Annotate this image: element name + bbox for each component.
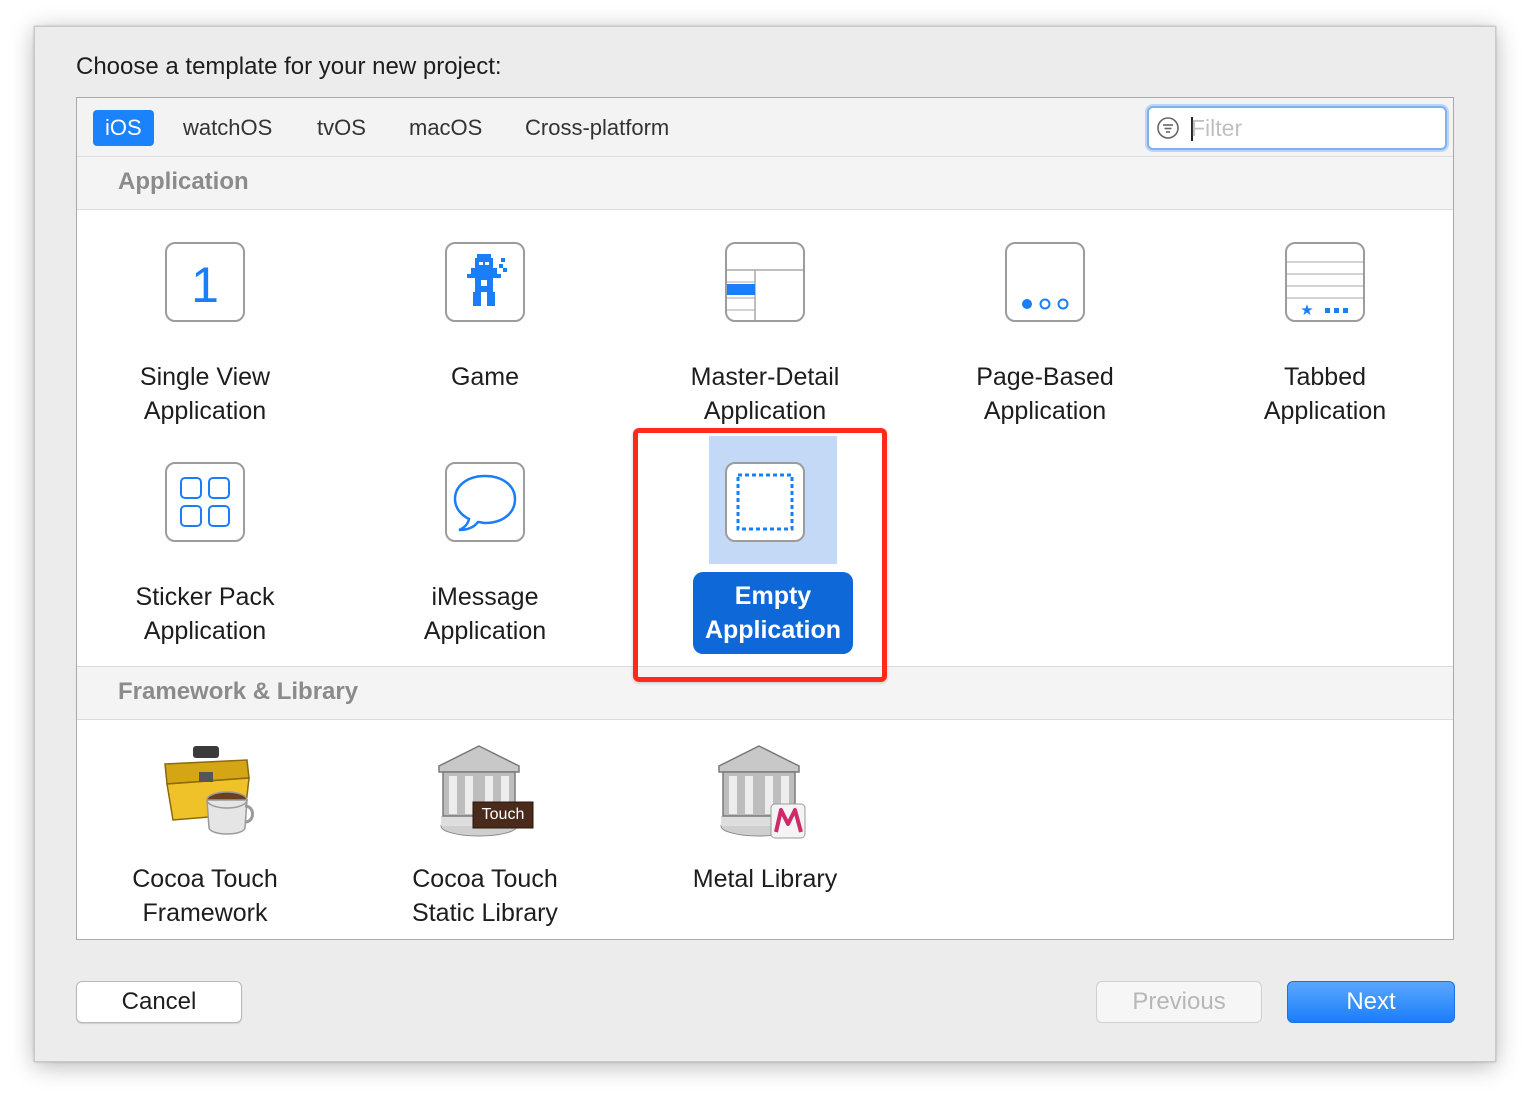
imessage-icon bbox=[445, 462, 525, 542]
template-label: Game bbox=[450, 363, 520, 391]
tab-tvos[interactable]: tvOS bbox=[305, 110, 378, 146]
template-panel: iOS watchOS tvOS macOS Cross-platform Ap… bbox=[76, 97, 1454, 940]
single-view-icon: 1 bbox=[165, 242, 245, 322]
tab-ios[interactable]: iOS bbox=[93, 110, 154, 146]
section-title: Application bbox=[118, 168, 249, 195]
previous-button[interactable]: Previous bbox=[1096, 981, 1262, 1023]
template-cocoa-touch-static-library[interactable]: Touch Cocoa Touch Static Library bbox=[365, 744, 605, 934]
template-label: Sticker Pack Application bbox=[135, 583, 275, 645]
new-project-dialog: Choose a template for your new project: … bbox=[34, 26, 1496, 1062]
template-label: Metal Library bbox=[692, 865, 838, 893]
template-game[interactable]: Game bbox=[365, 242, 605, 432]
template-page-based-application[interactable]: Page-Based Application bbox=[925, 242, 1165, 432]
template-tabbed-application[interactable]: ★ Tabbed Application bbox=[1205, 242, 1445, 432]
toolbox-icon bbox=[159, 744, 255, 840]
section-header-framework-library: Framework & Library bbox=[77, 666, 1453, 720]
template-sticker-pack-application[interactable]: Sticker Pack Application bbox=[85, 462, 325, 652]
cancel-button[interactable]: Cancel bbox=[76, 981, 242, 1023]
template-label: iMessage Application bbox=[423, 583, 547, 645]
tab-macos[interactable]: macOS bbox=[397, 110, 494, 146]
template-metal-library[interactable]: Metal Library bbox=[645, 744, 885, 934]
dialog-prompt: Choose a template for your new project: bbox=[76, 53, 502, 80]
sticker-pack-icon bbox=[165, 462, 245, 542]
template-single-view-application[interactable]: 1 Single View Application bbox=[85, 242, 325, 432]
library-icon: Touch bbox=[435, 744, 535, 844]
tabbed-icon: ★ bbox=[1285, 242, 1365, 322]
metal-library-icon bbox=[715, 744, 815, 844]
filter-input[interactable] bbox=[1189, 112, 1433, 144]
template-label: Master-Detail Application bbox=[690, 363, 840, 425]
empty-application-icon bbox=[725, 462, 805, 542]
template-empty-application[interactable]: Empty Application bbox=[645, 436, 885, 662]
template-imessage-application[interactable]: iMessage Application bbox=[365, 462, 605, 652]
template-label: Single View Application bbox=[139, 363, 271, 425]
tab-cross-platform[interactable]: Cross-platform bbox=[513, 110, 681, 146]
master-detail-icon bbox=[725, 242, 805, 322]
game-icon bbox=[445, 242, 525, 322]
filter-field[interactable] bbox=[1147, 106, 1447, 150]
platform-tab-bar: iOS watchOS tvOS macOS Cross-platform bbox=[77, 98, 1453, 157]
section-title: Framework & Library bbox=[118, 678, 359, 705]
library-badge-label: Touch bbox=[481, 806, 525, 823]
template-cocoa-touch-framework[interactable]: Cocoa Touch Framework bbox=[85, 744, 325, 934]
template-label: Cocoa Touch Static Library bbox=[412, 865, 558, 927]
svg-text:★: ★ bbox=[1300, 301, 1313, 319]
template-label: Page-Based Application bbox=[976, 363, 1114, 425]
section-header-application: Application bbox=[77, 156, 1453, 210]
svg-text:1: 1 bbox=[191, 257, 219, 313]
filter-icon bbox=[1157, 117, 1179, 139]
page-based-icon bbox=[1005, 242, 1085, 322]
template-label: Empty Application bbox=[693, 572, 853, 654]
template-label: Tabbed Application bbox=[1263, 363, 1387, 425]
next-button[interactable]: Next bbox=[1287, 981, 1455, 1023]
tab-watchos[interactable]: watchOS bbox=[171, 110, 284, 146]
template-label: Cocoa Touch Framework bbox=[132, 865, 278, 927]
template-master-detail-application[interactable]: Master-Detail Application bbox=[645, 242, 885, 432]
